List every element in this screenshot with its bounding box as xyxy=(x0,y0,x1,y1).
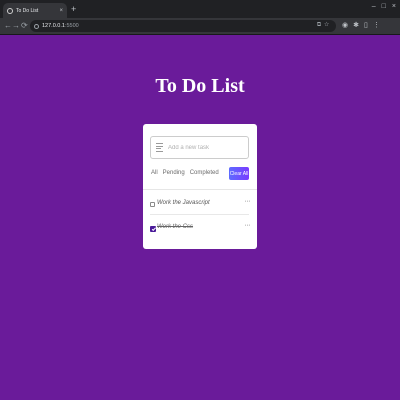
task-input-box[interactable] xyxy=(150,136,249,159)
menu-kebab-icon[interactable]: ⋮ xyxy=(373,21,380,31)
notes-lines-icon xyxy=(156,143,163,152)
tab-title: To Do List xyxy=(16,7,39,14)
task-menu-icon[interactable]: ··· xyxy=(245,198,251,205)
task-text: Work the Javascript xyxy=(157,200,210,206)
todo-card: All Pending Completed Clear All Work the… xyxy=(143,124,257,249)
browser-tab[interactable]: To Do List × xyxy=(3,3,67,18)
page-title: To Do List xyxy=(155,75,245,97)
filter-all[interactable]: All xyxy=(151,170,158,176)
divider xyxy=(143,189,257,190)
maximize-icon[interactable]: □ xyxy=(382,2,386,12)
tab-close-icon[interactable]: × xyxy=(59,8,63,14)
task-checkbox[interactable] xyxy=(150,202,155,207)
browser-chrome: To Do List × + – □ × ← → ⟳ 127.0.0.1 :55… xyxy=(0,0,400,35)
task-item: Work the Css ··· xyxy=(143,221,257,237)
task-menu-icon[interactable]: ··· xyxy=(245,222,251,229)
site-info-icon[interactable] xyxy=(34,23,39,29)
url-port: :5500 xyxy=(64,23,79,29)
filter-tabs: All Pending Completed xyxy=(151,170,219,176)
new-tab-button[interactable]: + xyxy=(71,4,76,14)
extension-icons: ◉ ✱ ▯ ⋮ xyxy=(342,21,380,31)
browser-toolbar: ← → ⟳ 127.0.0.1 :5500 ⧉☆ ◉ ✱ ▯ ⋮ xyxy=(0,18,400,35)
extensions-puzzle-icon[interactable]: ✱ xyxy=(353,21,359,31)
task-text: Work the Css xyxy=(157,224,194,230)
task-input[interactable] xyxy=(168,144,238,151)
url-host: 127.0.0.1 xyxy=(42,23,65,29)
window-controls: – □ × xyxy=(372,2,396,12)
reload-icon[interactable]: ⟳ xyxy=(21,21,28,31)
extension-icon[interactable]: ◉ xyxy=(342,21,348,31)
share-and-bookmark-icons[interactable]: ⧉☆ xyxy=(317,22,332,29)
filter-pending[interactable]: Pending xyxy=(163,170,185,176)
window-close-icon[interactable]: × xyxy=(392,2,396,12)
task-separator xyxy=(150,214,249,215)
sidepanel-icon[interactable]: ▯ xyxy=(364,21,368,31)
forward-icon[interactable]: → xyxy=(12,21,20,31)
back-icon[interactable]: ← xyxy=(4,21,12,31)
minimize-icon[interactable]: – xyxy=(372,2,376,12)
globe-icon xyxy=(7,7,13,14)
clear-all-button[interactable]: Clear All xyxy=(229,167,249,180)
task-item: Work the Javascript ··· xyxy=(143,197,257,213)
address-bar[interactable]: 127.0.0.1 :5500 ⧉☆ xyxy=(30,20,336,32)
tab-strip: To Do List × + – □ × xyxy=(0,0,400,18)
filter-completed[interactable]: Completed xyxy=(190,170,219,176)
task-checkbox-checked[interactable] xyxy=(150,226,156,232)
